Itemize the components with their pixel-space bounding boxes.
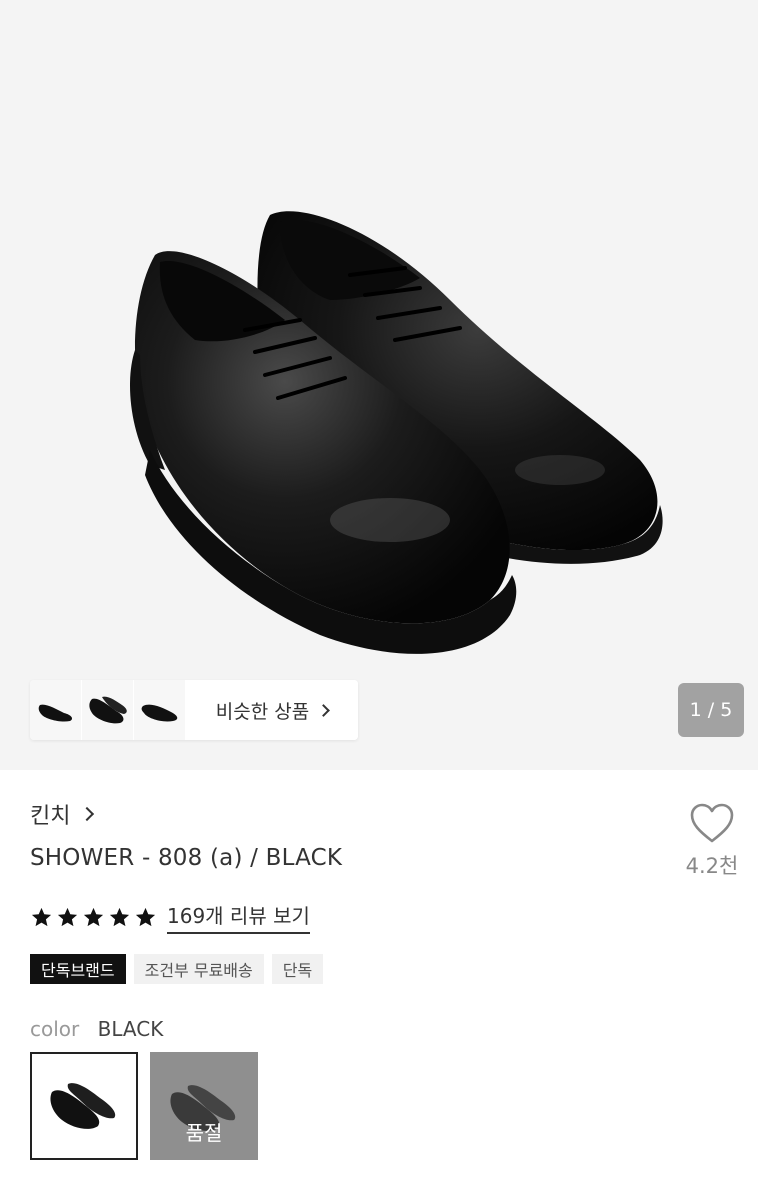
badge-exclusive: 단독: [271, 954, 324, 984]
gallery-thumbnail-strip: 비슷한 상품: [30, 680, 358, 740]
star-icon: [57, 907, 78, 926]
like-count: 4.2천: [685, 854, 739, 878]
shoe-icon: [88, 696, 127, 724]
badge-exclusive-brand: 단독브랜드: [30, 954, 126, 984]
shoe-icon: [38, 704, 72, 722]
brand-name: 킨치: [30, 804, 71, 829]
review-link[interactable]: 169개 리뷰 보기: [167, 900, 310, 934]
product-image-gallery[interactable]: 비슷한 상품 1 / 5: [0, 0, 758, 770]
star-icon: [135, 907, 156, 926]
color-value: BLACK: [97, 1017, 164, 1041]
rating-stars: [30, 906, 157, 929]
rating-row: 169개 리뷰 보기: [30, 900, 310, 934]
soldout-label: 품절: [185, 1121, 223, 1145]
similar-products-button[interactable]: 비슷한 상품: [186, 680, 358, 740]
thumbnail-1[interactable]: [30, 680, 82, 740]
color-label: color: [30, 1017, 80, 1041]
swatch-soldout[interactable]: 품절: [150, 1052, 258, 1160]
image-counter: 1 / 5: [678, 683, 744, 737]
like-button[interactable]: 4.2천: [680, 802, 744, 880]
shoe-icon: [141, 704, 177, 722]
similar-products-label: 비슷한 상품: [215, 700, 310, 723]
thumbnail-2[interactable]: [82, 680, 134, 740]
heart-icon: [690, 803, 734, 843]
chevron-right-icon: [80, 806, 95, 822]
product-title: SHOWER - 808 (a) / BLACK: [30, 845, 343, 871]
star-icon: [31, 907, 52, 926]
brand-link[interactable]: 킨치: [30, 798, 95, 830]
chevron-right-icon: [317, 703, 331, 717]
star-icon: [83, 907, 104, 926]
badge-list: 단독브랜드 조건부 무료배송 단독: [30, 954, 324, 984]
thumbnail-3[interactable]: [134, 680, 186, 740]
color-option-label: color BLACK: [30, 1017, 163, 1041]
badge-free-shipping: 조건부 무료배송: [133, 954, 264, 984]
product-photo: [130, 211, 663, 654]
swatch-black[interactable]: [30, 1052, 138, 1160]
shoe-icon: [50, 1083, 116, 1129]
star-icon: [109, 907, 130, 926]
color-swatch-list: 품절: [30, 1052, 258, 1160]
